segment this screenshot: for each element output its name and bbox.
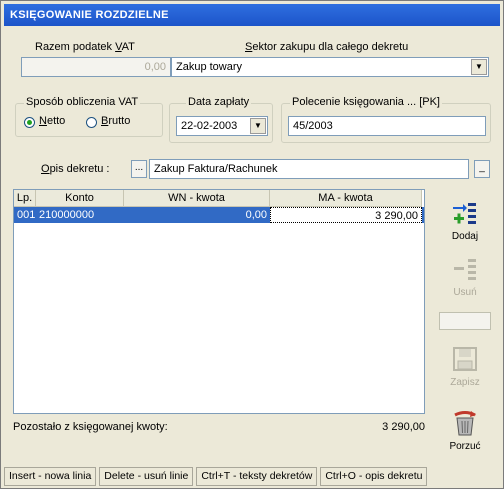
row-account: 210000000 xyxy=(39,209,95,221)
vat-total-label: Razem podatek VAT xyxy=(35,41,135,53)
row-lp: 001 xyxy=(17,209,36,221)
grid-header: Lp. Konto WN - kwota MA - kwota xyxy=(14,190,424,207)
save-button[interactable]: Zapisz xyxy=(437,343,493,388)
sector-select-value: Zakup towary xyxy=(176,61,243,73)
booking-order-label: Polecenie księgowania ... [PK] xyxy=(290,96,442,108)
vat-method-group: Sposób obliczenia VAT Netto Brutto xyxy=(15,96,163,137)
status-hint-texts: Ctrl+T - teksty dekretów xyxy=(196,467,318,486)
window-title: KSIĘGOWANIE ROZDZIELNE xyxy=(4,4,500,26)
vat-total-field: 0,00 xyxy=(21,57,171,77)
vat-method-label: Sposób obliczenia VAT xyxy=(24,96,141,108)
payment-date-field[interactable]: 22-02-2003 ▼ xyxy=(176,116,268,136)
save-button-label: Zapisz xyxy=(450,377,480,388)
add-button[interactable]: Dodaj xyxy=(437,197,493,242)
abandon-button[interactable]: Porzuć xyxy=(437,407,493,452)
row-debit: 0,00 xyxy=(245,209,267,221)
description-picker-button[interactable]: ... xyxy=(131,160,147,178)
entries-grid[interactable]: Lp. Konto WN - kwota MA - kwota 001 2100… xyxy=(13,189,425,414)
posting-window: KSIĘGOWANIE ROZDZIELNE Razem podatek VAT… xyxy=(0,0,504,489)
column-header-credit[interactable]: MA - kwota xyxy=(270,190,422,207)
description-label: Opis dekretu : xyxy=(41,163,110,175)
payment-date-group: Data zapłaty 22-02-2003 ▼ xyxy=(169,96,273,143)
calendar-dropdown-icon[interactable]: ▼ xyxy=(250,118,266,134)
chevron-down-icon[interactable]: ▼ xyxy=(471,59,487,75)
radio-netto[interactable] xyxy=(24,117,35,128)
radio-brutto-label[interactable]: Brutto xyxy=(101,115,130,127)
status-hint-insert: Insert - nowa linia xyxy=(4,467,97,486)
description-clear-button[interactable]: _ xyxy=(474,160,490,178)
column-header-debit[interactable]: WN - kwota xyxy=(124,190,270,207)
sector-select[interactable]: Zakup towary ▼ xyxy=(171,57,489,77)
booking-order-group: Polecenie księgowania ... [PK] 45/2003 xyxy=(281,96,491,143)
booking-order-field[interactable]: 45/2003 xyxy=(288,116,486,136)
delete-button[interactable]: Usuń xyxy=(437,253,493,298)
radio-brutto[interactable] xyxy=(86,117,97,128)
status-hint-description: Ctrl+O - opis dekretu xyxy=(320,467,428,486)
status-hint-delete: Delete - usuń linie xyxy=(99,467,194,486)
abandon-button-label: Porzuć xyxy=(449,441,481,452)
payment-date-label: Data zapłaty xyxy=(186,96,252,108)
sector-label: Sektor zakupu dla całego dekretu xyxy=(245,41,409,53)
toolbar-blank-field xyxy=(439,312,491,330)
add-button-label: Dodaj xyxy=(451,231,479,242)
header-form: Razem podatek VAT Sektor zakupu dla całe… xyxy=(13,39,493,189)
trash-icon xyxy=(454,411,476,436)
remaining-amount-label: Pozostało z księgowanej kwoty: xyxy=(13,421,168,433)
radio-netto-label[interactable]: Netto xyxy=(39,115,65,127)
save-icon xyxy=(453,347,477,371)
remaining-amount-value: 3 290,00 xyxy=(382,421,425,433)
delete-button-label: Usuń xyxy=(453,287,477,298)
column-header-account[interactable]: Konto xyxy=(36,190,124,207)
payment-date-value: 22-02-2003 xyxy=(181,120,238,132)
table-row[interactable]: 001 210000000 0,00 3 290,00 xyxy=(14,207,424,223)
description-field[interactable]: Zakup Faktura/Rachunek xyxy=(149,159,469,179)
add-list-icon xyxy=(453,203,476,224)
status-bar: Insert - nowa linia Delete - usuń linie … xyxy=(4,467,501,486)
remaining-amount: Pozostało z księgowanej kwoty: 3 290,00 xyxy=(13,421,425,437)
row-credit-editing[interactable]: 3 290,00 xyxy=(270,207,422,223)
column-header-lp[interactable]: Lp. xyxy=(14,190,36,207)
remove-list-icon xyxy=(454,259,476,280)
